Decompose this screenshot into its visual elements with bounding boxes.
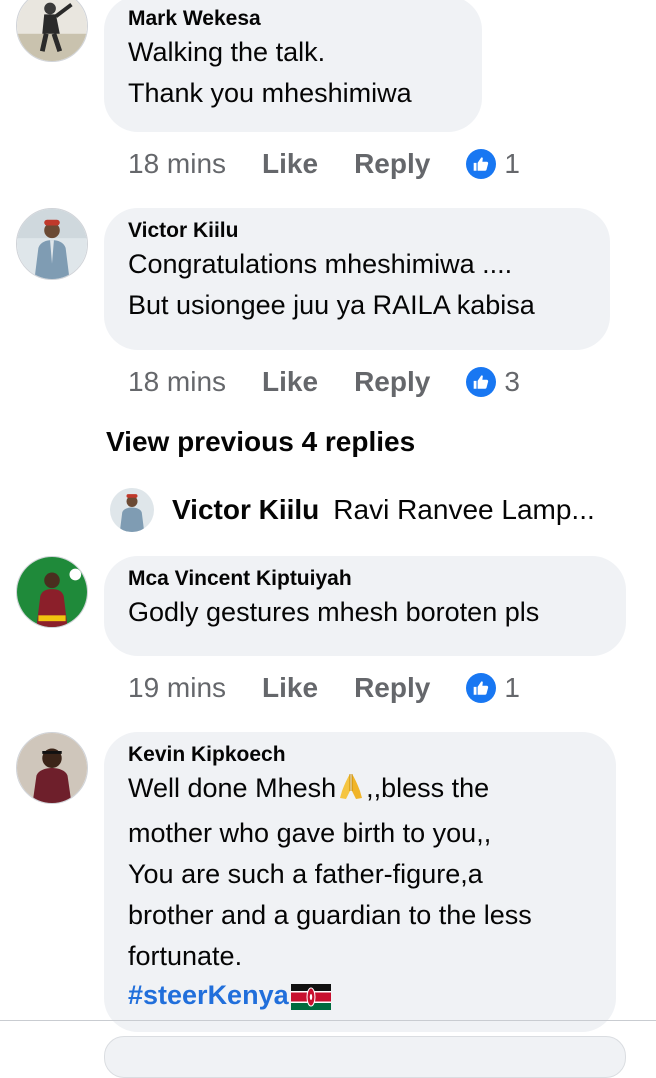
reaction-count: 3 [504,366,520,397]
hashtag-link[interactable]: #steerKenya [128,977,289,1013]
avatar[interactable] [16,556,88,628]
comment-text-line: fortunate. [128,941,243,971]
comment-timestamp[interactable]: 19 mins [128,672,226,704]
like-thumb-icon [466,149,497,179]
comment-text-part: Well done Mhesh [128,773,337,803]
reaction-summary[interactable]: 3 [466,366,520,398]
reply-preview-text: Ravi Ranvee Lamp... [333,494,595,525]
reaction-count: 1 [504,672,520,703]
kenya-flag-icon [290,984,331,1015]
comment-bubble[interactable]: Mark Wekesa Walking the talk. Thank you … [104,0,482,132]
comment-text-part: ,,bless the [366,773,490,803]
reaction-summary[interactable]: 1 [466,672,520,704]
like-button[interactable]: Like [262,672,318,704]
like-thumb-icon [466,367,497,397]
view-previous-replies-link[interactable]: View previous 4 replies [106,426,415,458]
comment-text-line: Well done Mhesh ,,bless the [128,768,592,813]
comment-text-line: Walking the talk. [128,37,326,67]
reply-preview[interactable]: Victor Kiilu Ravi Ranvee Lamp... [110,486,620,534]
avatar[interactable] [16,208,88,280]
like-thumb-icon [466,673,497,703]
folded-hands-icon [336,771,366,813]
comment-author[interactable]: Mark Wekesa [128,6,458,32]
comment-text-line: Congratulations mheshimiwa .... [128,249,513,279]
reply-button[interactable]: Reply [354,366,430,398]
reply-preview-author: Victor Kiilu [172,494,320,525]
comment-author[interactable]: Mca Vincent Kiptuiyah [128,566,602,592]
comment-actions: 18 mins Like Reply 1 [128,144,520,184]
comment-composer[interactable] [104,1036,626,1078]
comment-bubble[interactable]: Victor Kiilu Congratulations mheshimiwa … [104,208,610,350]
comment-text-line: You are such a father-figure,a [128,859,483,889]
avatar[interactable] [16,0,88,62]
comment-timestamp[interactable]: 18 mins [128,366,226,398]
comment-text-line: Thank you mheshimiwa [128,78,412,108]
hashtag-line: #steerKenya [128,980,331,1011]
reply-button[interactable]: Reply [354,148,430,180]
comment-author[interactable]: Victor Kiilu [128,218,586,244]
reply-button[interactable]: Reply [354,672,430,704]
comment-actions: 18 mins Like Reply 3 [128,362,520,402]
reaction-summary[interactable]: 1 [466,148,520,180]
like-button[interactable]: Like [262,366,318,398]
like-button[interactable]: Like [262,148,318,180]
divider [0,1020,656,1021]
comment-text-line: brother and a guardian to the less [128,900,532,930]
avatar [110,488,154,532]
comment-text-line: mother who gave birth to you,, [128,818,492,848]
avatar[interactable] [16,732,88,804]
comment-text-line: But usiongee juu ya RAILA kabisa [128,290,535,320]
comment-author[interactable]: Kevin Kipkoech [128,742,592,768]
reaction-count: 1 [504,148,520,179]
comment-text-line: Godly gestures mhesh boroten pls [128,597,540,627]
comment-actions: 19 mins Like Reply 1 [128,668,520,708]
comment-timestamp[interactable]: 18 mins [128,148,226,180]
comment-bubble[interactable]: Kevin Kipkoech Well done Mhesh ,,bless th… [104,732,616,1032]
comment-bubble[interactable]: Mca Vincent Kiptuiyah Godly gestures mhe… [104,556,626,656]
